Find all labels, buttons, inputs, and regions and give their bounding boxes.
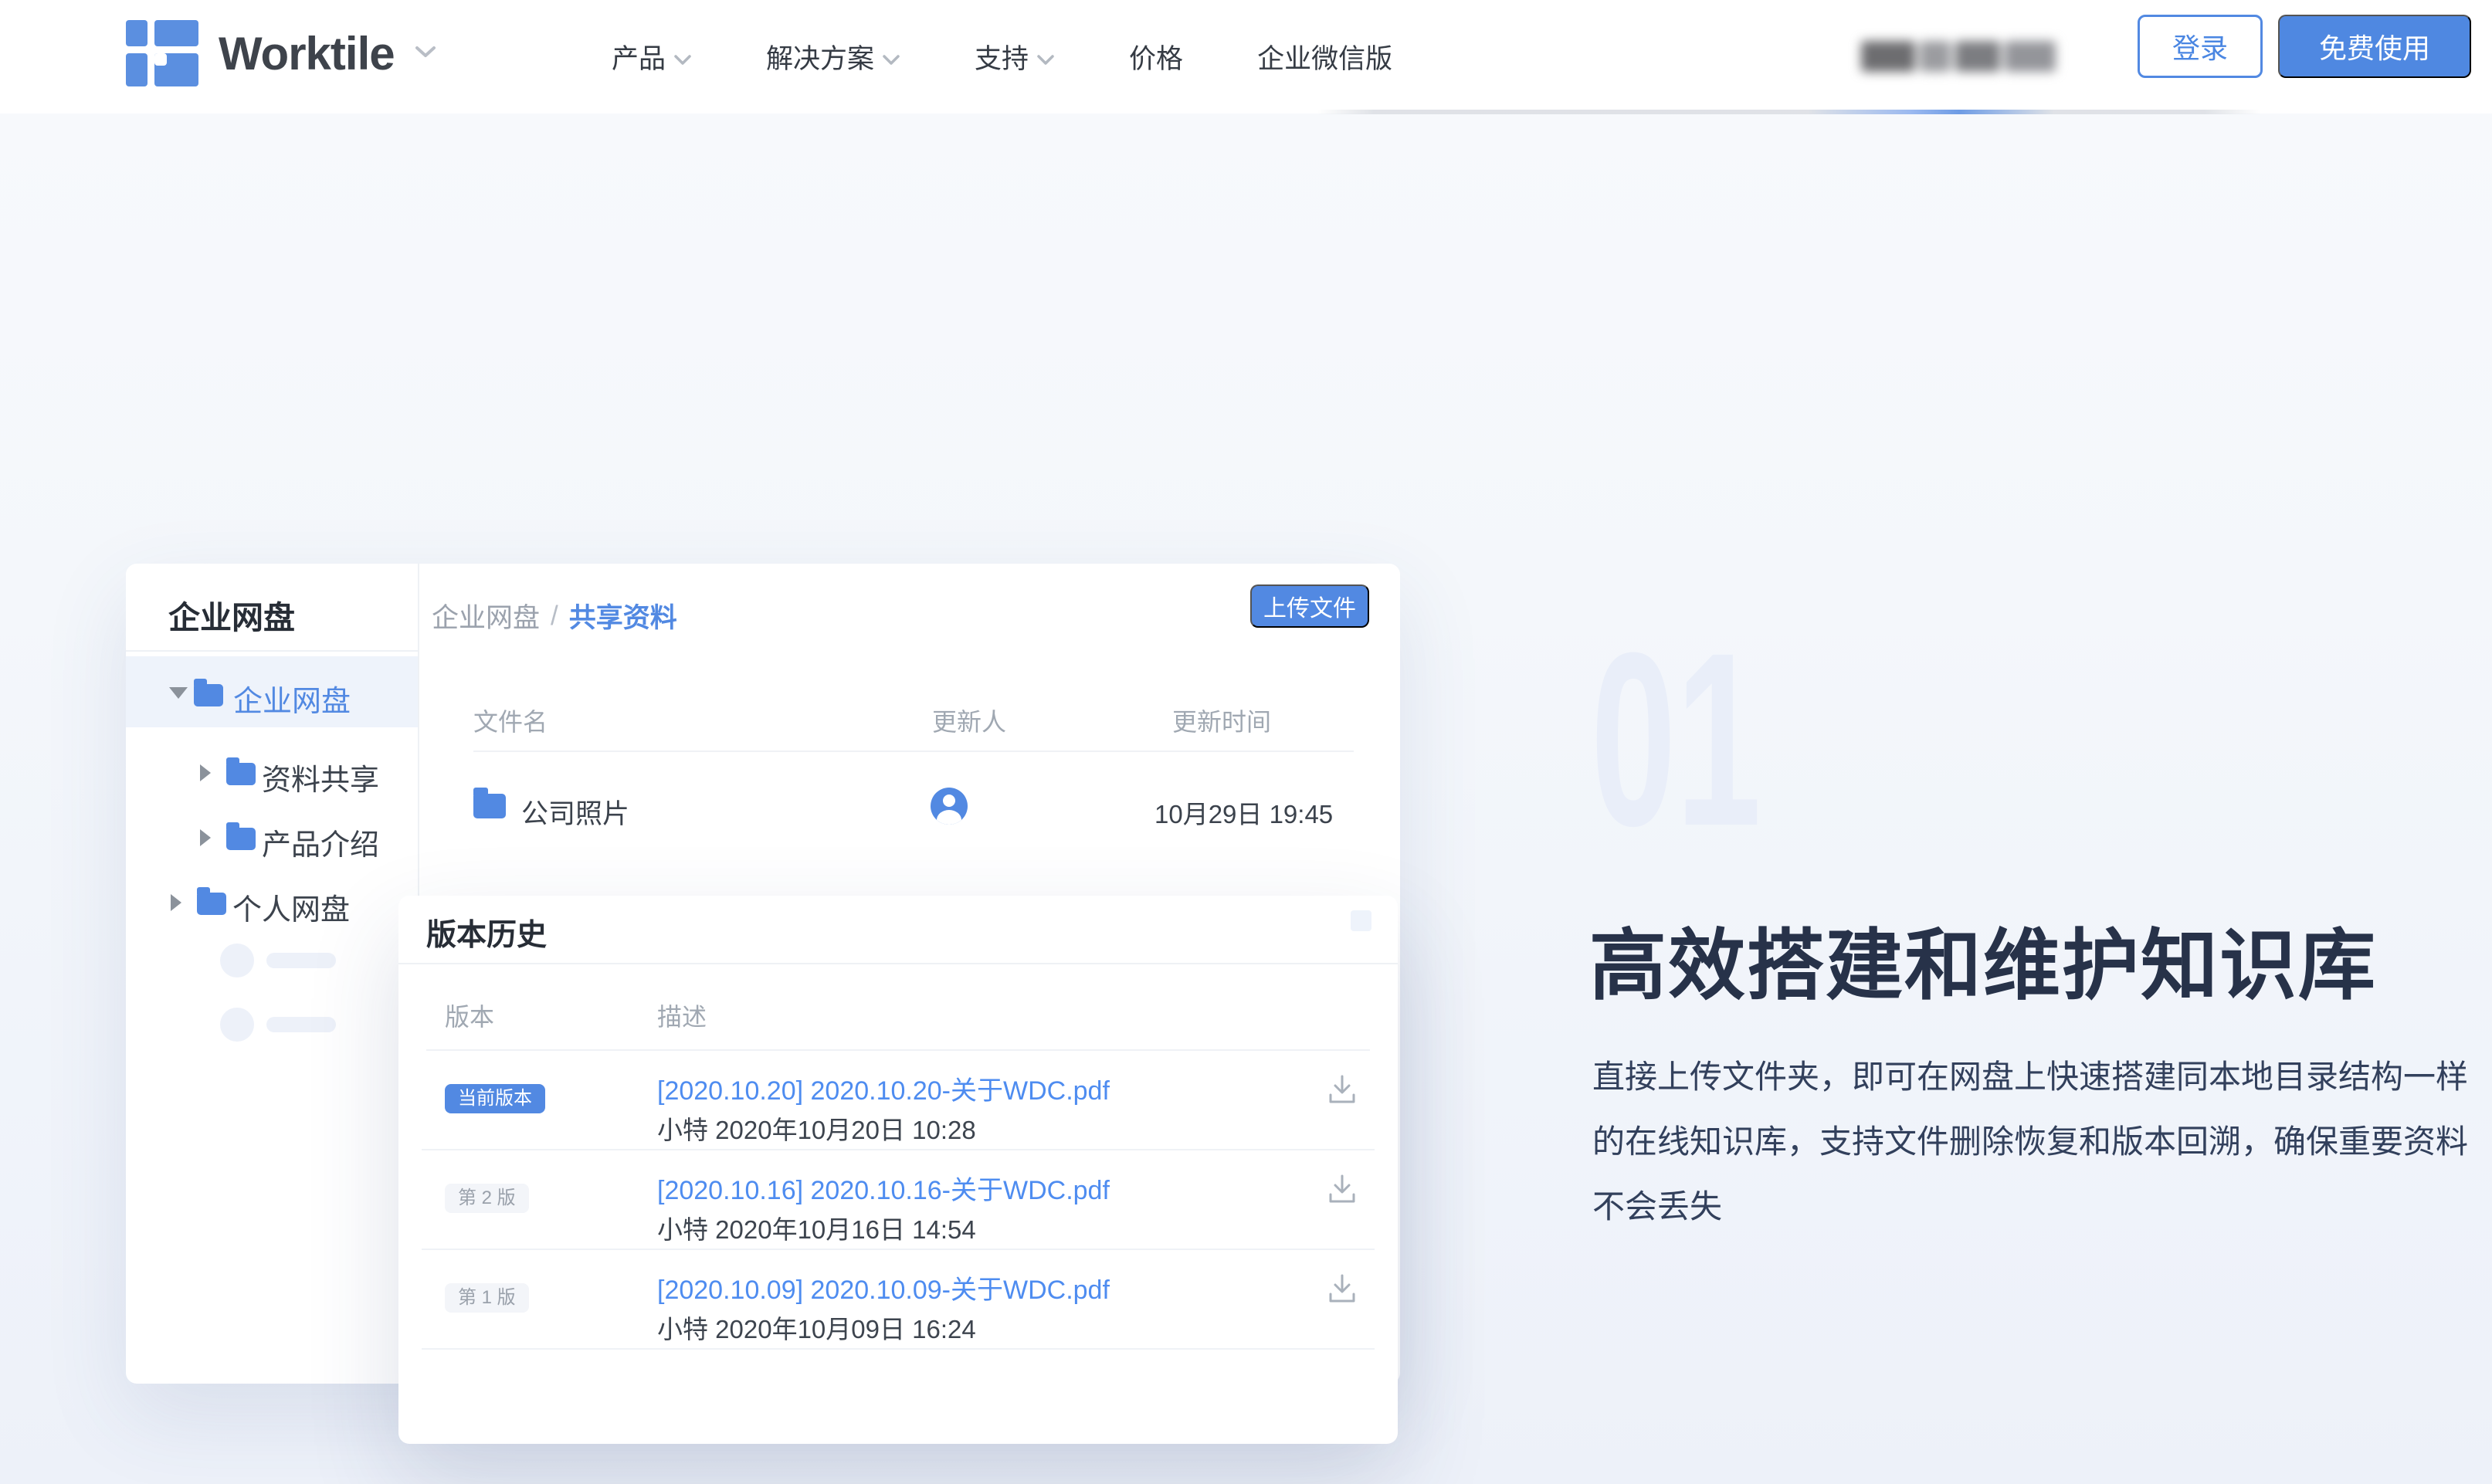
feature-heading: 高效搭建和维护知识库 (1589, 903, 2377, 1015)
folder-icon (226, 763, 256, 785)
folder-icon (226, 828, 256, 850)
version-badge: 第 2 版 (445, 1184, 529, 1213)
breadcrumb: 企业网盘 / 共享资料 (432, 596, 677, 635)
caret-expanded-icon[interactable] (169, 687, 188, 699)
column-header-filename: 文件名 (473, 703, 548, 738)
caret-collapsed-icon[interactable] (200, 829, 211, 846)
breadcrumb-current: 共享资料 (569, 596, 677, 635)
file-updated-time: 10月29日 19:45 (1154, 794, 1333, 831)
tree-item-enterprise-drive[interactable]: 企业网盘 (126, 656, 418, 727)
chevron-down-icon (1036, 42, 1055, 73)
header-divider-artifact (1317, 110, 2261, 114)
column-header-version: 版本 (445, 998, 494, 1033)
tree-item-label: 资料共享 (262, 756, 379, 798)
nav-item-pricing[interactable]: 价格 (1129, 37, 1183, 76)
tree-item-label: 企业网盘 (233, 677, 351, 720)
tree-item-personal-drive[interactable]: 个人网盘 (126, 869, 418, 934)
tree-item-shared-files[interactable]: 资料共享 (126, 740, 418, 805)
folder-icon (473, 794, 506, 818)
drive-sidebar: 企业网盘 企业网盘 资料共享 产品介绍 (126, 564, 419, 1384)
column-header-description: 描述 (657, 998, 707, 1033)
nav-item-wechat-work[interactable]: 企业微信版 (1257, 37, 1392, 76)
caret-collapsed-icon[interactable] (171, 894, 181, 911)
login-button[interactable]: 登录 (2138, 15, 2263, 78)
feature-description: 直接上传文件夹，即可在网盘上快速搭建同本地目录结构一样 的在线知识库，支持文件删… (1592, 1045, 2492, 1239)
free-trial-button[interactable]: 免费使用 (2278, 15, 2471, 78)
table-header-divider (473, 750, 1354, 752)
version-row-2: 第 2 版 [2020.10.16] 2020.10.16-关于WDC.pdf … (422, 1150, 1375, 1250)
version-badge: 第 1 版 (445, 1283, 529, 1313)
tree-item-product-intro[interactable]: 产品介绍 (126, 805, 418, 869)
caret-collapsed-icon[interactable] (200, 764, 211, 781)
version-file-link[interactable]: [2020.10.16] 2020.10.16-关于WDC.pdf (657, 1169, 1110, 1207)
nav-item-label: 支持 (975, 37, 1029, 76)
download-icon[interactable] (1324, 1270, 1361, 1307)
tree-item-label: 产品介绍 (262, 821, 379, 863)
updater-avatar (931, 788, 968, 825)
worktile-logo[interactable]: Worktile (126, 20, 436, 86)
breadcrumb-separator: / (551, 601, 558, 632)
column-header-updater: 更新人 (932, 703, 1006, 738)
version-row-1: 第 1 版 [2020.10.09] 2020.10.09-关于WDC.pdf … (422, 1250, 1375, 1350)
main-nav: 产品 解决方案 支持 价格 企业微信版 (612, 0, 1392, 114)
nav-item-label: 价格 (1129, 37, 1183, 76)
version-meta: 小特 2020年10月09日 16:24 (657, 1309, 976, 1346)
phone-number-blurred (1861, 34, 2068, 79)
file-name[interactable]: 公司照片 (521, 792, 629, 832)
download-icon[interactable] (1324, 1071, 1361, 1108)
skeleton-row (126, 998, 418, 1063)
version-file-link[interactable]: [2020.10.20] 2020.10.20-关于WDC.pdf (657, 1069, 1110, 1107)
feature-section: 01 高效搭建和维护知识库 直接上传文件夹，即可在网盘上快速搭建同本地目录结构一… (0, 114, 2492, 1484)
nav-item-label: 企业微信版 (1257, 37, 1392, 76)
nav-item-label: 解决方案 (766, 37, 874, 76)
version-badge-current: 当前版本 (445, 1084, 545, 1113)
tree-item-label: 个人网盘 (232, 886, 350, 928)
feature-description-line: 不会丢失 (1592, 1174, 2492, 1239)
modal-header-divider (398, 963, 1398, 964)
nav-item-support[interactable]: 支持 (975, 37, 1055, 76)
feature-description-line: 的在线知识库，支持文件删除恢复和版本回溯，确保重要资料 (1592, 1110, 2492, 1174)
chevron-down-icon (415, 45, 436, 63)
skeleton-avatar (220, 1008, 254, 1042)
feature-index-watermark: 01 (1591, 615, 1761, 862)
breadcrumb-parent[interactable]: 企业网盘 (432, 596, 540, 635)
version-meta: 小特 2020年10月20日 10:28 (657, 1110, 976, 1147)
upload-file-button[interactable]: 上传文件 (1250, 584, 1369, 628)
brand-name: Worktile (219, 27, 395, 80)
feature-description-line: 直接上传文件夹，即可在网盘上快速搭建同本地目录结构一样 (1592, 1045, 2492, 1110)
chevron-down-icon (673, 42, 692, 73)
skeleton-row (126, 934, 418, 999)
worktile-logo-icon (126, 20, 198, 86)
skeleton-bar (266, 953, 336, 968)
file-row-company-photos[interactable]: 公司照片 10月29日 19:45 (450, 764, 1369, 849)
version-file-link[interactable]: [2020.10.09] 2020.10.09-关于WDC.pdf (657, 1269, 1110, 1306)
version-history-modal: 版本历史 版本 描述 当前版本 [2020.10.20] 2020.10.20-… (398, 896, 1398, 1444)
folder-icon (194, 684, 223, 706)
download-icon[interactable] (1324, 1171, 1361, 1208)
top-navbar: Worktile 产品 解决方案 支持 价格 企业微信版 (0, 0, 2492, 114)
skeleton-bar (266, 1017, 336, 1032)
version-row-current: 当前版本 [2020.10.20] 2020.10.20-关于WDC.pdf 小… (422, 1051, 1375, 1150)
version-meta: 小特 2020年10月16日 14:54 (657, 1209, 976, 1246)
chevron-down-icon (882, 42, 900, 73)
nav-item-solutions[interactable]: 解决方案 (766, 37, 900, 76)
nav-item-label: 产品 (612, 37, 666, 76)
modal-title: 版本历史 (426, 911, 547, 954)
sidebar-title: 企业网盘 (168, 591, 295, 638)
sidebar-divider (126, 650, 419, 652)
nav-item-products[interactable]: 产品 (612, 37, 692, 76)
column-header-updated-time: 更新时间 (1172, 703, 1271, 738)
folder-icon (197, 893, 226, 915)
skeleton-avatar (220, 944, 254, 977)
page: Worktile 产品 解决方案 支持 价格 企业微信版 (0, 0, 2492, 1484)
close-icon[interactable] (1351, 910, 1371, 931)
